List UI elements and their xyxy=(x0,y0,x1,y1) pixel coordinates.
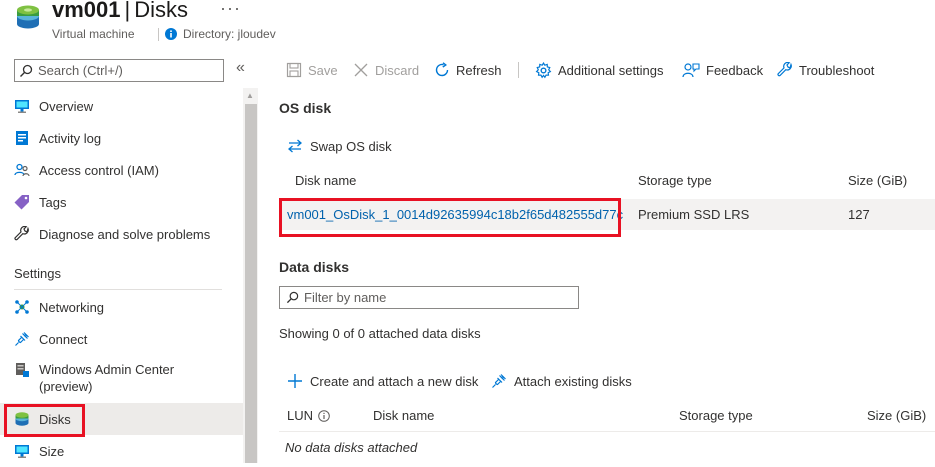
vm-disk-icon xyxy=(14,3,42,31)
sidebar-item-disks[interactable]: Disks xyxy=(0,403,243,435)
sidebar-item-label: Networking xyxy=(39,299,105,315)
sidebar-item-networking[interactable]: Networking xyxy=(0,291,243,323)
column-header-data-disk-name[interactable]: Disk name xyxy=(373,408,434,423)
swap-icon xyxy=(287,138,303,154)
sidebar-search-input[interactable]: Search (Ctrl+/) xyxy=(14,59,224,82)
sidebar-item-label: Diagnose and solve problems xyxy=(39,226,211,242)
sidebar-item-tags[interactable]: Tags xyxy=(0,186,243,218)
sidebar-item-size[interactable]: Size xyxy=(0,435,243,467)
swap-os-disk-label: Swap OS disk xyxy=(310,138,392,154)
people-icon xyxy=(13,161,31,179)
sidebar-item-label: Connect xyxy=(39,331,88,347)
sidebar-item-label: Size xyxy=(39,443,65,459)
directory-divider xyxy=(158,27,159,41)
search-placeholder: Search (Ctrl+/) xyxy=(38,63,123,78)
sidebar-item-windows-admin-center[interactable]: Windows Admin Center (preview) xyxy=(0,357,243,397)
save-icon xyxy=(286,62,302,78)
attach-existing-disks-button[interactable]: Attach existing disks xyxy=(491,373,632,389)
sidebar-item-label: Disks xyxy=(39,411,71,427)
lun-label: LUN xyxy=(287,408,314,423)
sidebar-scroll-thumb[interactable] xyxy=(245,104,257,463)
page-name: Disks xyxy=(134,0,189,22)
sidebar-item-label: Access control (IAM) xyxy=(39,162,159,178)
sidebar-item-activity-log[interactable]: Activity log xyxy=(0,122,243,154)
os-disk-size: 127 xyxy=(848,207,870,222)
info-circle-icon[interactable] xyxy=(318,409,330,422)
scroll-up-arrow-icon[interactable]: ▲ xyxy=(246,91,254,100)
no-data-disks-message: No data disks attached xyxy=(285,440,418,455)
settings-divider xyxy=(14,289,222,290)
info-icon xyxy=(165,28,177,40)
feedback-icon xyxy=(682,62,700,78)
monitor-icon xyxy=(13,442,31,460)
additional-settings-button[interactable]: Additional settings xyxy=(535,59,664,81)
directory-info: Directory: jloudev xyxy=(158,27,276,41)
column-header-data-size[interactable]: Size (GiB) xyxy=(867,408,926,423)
discard-button[interactable]: Discard xyxy=(353,59,419,81)
toolbar-divider xyxy=(518,62,519,78)
column-header-storage-type[interactable]: Storage type xyxy=(638,173,712,188)
page-title: vm001 | Disks xyxy=(52,0,188,23)
table-divider xyxy=(279,431,935,432)
save-label: Save xyxy=(308,62,338,78)
column-header-data-storage-type[interactable]: Storage type xyxy=(679,408,753,423)
data-disks-heading: Data disks xyxy=(279,259,350,275)
troubleshoot-button[interactable]: Troubleshoot xyxy=(777,59,874,81)
swap-os-disk-button[interactable]: Swap OS disk xyxy=(287,138,392,154)
column-header-size[interactable]: Size (GiB) xyxy=(848,173,907,188)
create-attach-label: Create and attach a new disk xyxy=(310,373,479,389)
plus-icon xyxy=(287,373,303,389)
search-icon xyxy=(286,291,299,304)
close-icon xyxy=(353,62,369,78)
plug-icon xyxy=(13,330,31,348)
disk-icon xyxy=(13,410,31,428)
admin-center-icon xyxy=(13,361,31,379)
sidebar-item-overview[interactable]: Overview xyxy=(0,90,243,122)
refresh-icon xyxy=(434,62,450,78)
sidebar-item-label: Overview xyxy=(39,98,94,114)
additional-settings-label: Additional settings xyxy=(558,62,664,78)
settings-section-label: Settings xyxy=(14,266,61,281)
attach-existing-label: Attach existing disks xyxy=(514,373,632,389)
troubleshoot-label: Troubleshoot xyxy=(799,62,875,78)
column-header-disk-name[interactable]: Disk name xyxy=(295,173,356,188)
plug-icon xyxy=(491,373,507,389)
refresh-button[interactable]: Refresh xyxy=(434,59,502,81)
resource-type: Virtual machine xyxy=(52,27,135,41)
data-disks-count: Showing 0 of 0 attached data disks xyxy=(279,326,481,341)
gear-icon xyxy=(535,61,552,79)
sidebar-item-label: Tags xyxy=(39,194,67,210)
wrench-icon xyxy=(13,225,31,243)
feedback-label: Feedback xyxy=(706,62,764,78)
title-separator: | xyxy=(124,0,131,22)
column-header-lun[interactable]: LUN xyxy=(287,408,330,423)
refresh-label: Refresh xyxy=(456,62,502,78)
sidebar-item-label: Activity log xyxy=(39,130,102,146)
create-attach-disk-button[interactable]: Create and attach a new disk xyxy=(287,373,478,389)
vm-name: vm001 xyxy=(52,0,121,22)
network-icon xyxy=(13,298,31,316)
os-disk-storage-type: Premium SSD LRS xyxy=(638,207,750,222)
os-disk-heading: OS disk xyxy=(279,100,332,116)
discard-label: Discard xyxy=(375,62,420,78)
feedback-button[interactable]: Feedback xyxy=(682,59,763,81)
directory-label: Directory: jloudev xyxy=(183,27,276,41)
filter-by-name-input[interactable]: Filter by name xyxy=(279,286,579,309)
collapse-sidebar-button[interactable]: « xyxy=(236,59,245,77)
os-disk-name-link[interactable]: vm001_OsDisk_1_0014d92635994c18b2f65d482… xyxy=(287,207,623,222)
wrench-icon xyxy=(777,62,793,78)
sidebar-item-access-control[interactable]: Access control (IAM) xyxy=(0,154,243,186)
activity-log-icon xyxy=(13,129,31,147)
search-icon xyxy=(19,64,33,78)
save-button[interactable]: Save xyxy=(286,59,338,81)
filter-placeholder: Filter by name xyxy=(304,290,387,305)
monitor-icon xyxy=(13,97,31,115)
sidebar-item-diagnose[interactable]: Diagnose and solve problems xyxy=(0,218,243,250)
sidebar-item-connect[interactable]: Connect xyxy=(0,323,243,355)
more-options-button[interactable]: ··· xyxy=(220,0,241,19)
sidebar-item-label: Windows Admin Center (preview) xyxy=(39,362,175,394)
tag-icon xyxy=(13,193,31,211)
